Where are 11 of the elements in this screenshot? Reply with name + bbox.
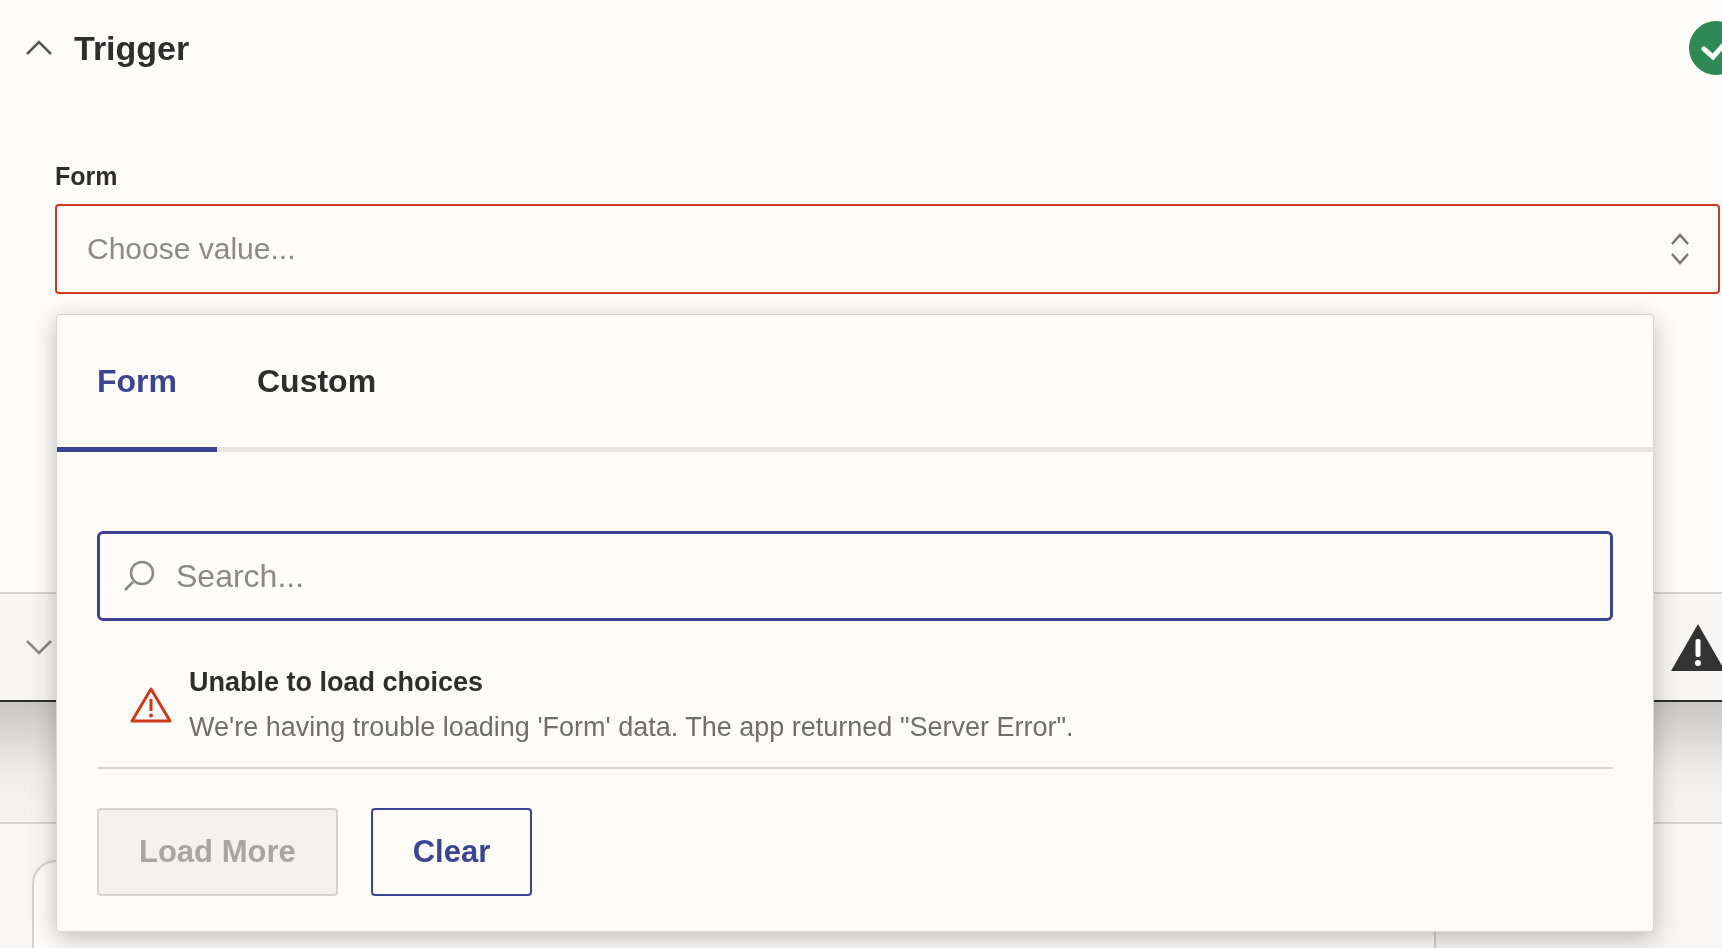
error-message: We're having trouble loading 'Form' data. The app returned "Server Error". xyxy=(189,712,1074,743)
updown-icon xyxy=(1670,232,1690,266)
clear-button[interactable]: Clear xyxy=(370,808,533,896)
tab[interactable]: Custom xyxy=(217,315,417,452)
warning-icon xyxy=(129,686,173,724)
expand-icon[interactable] xyxy=(24,637,54,657)
field-label: Form xyxy=(55,162,119,192)
search-field[interactable]: Search... xyxy=(97,531,1613,621)
error-title: Unable to load choices xyxy=(189,667,485,698)
step-title: Trigger xyxy=(74,28,190,68)
tab[interactable]: Form xyxy=(57,315,217,452)
